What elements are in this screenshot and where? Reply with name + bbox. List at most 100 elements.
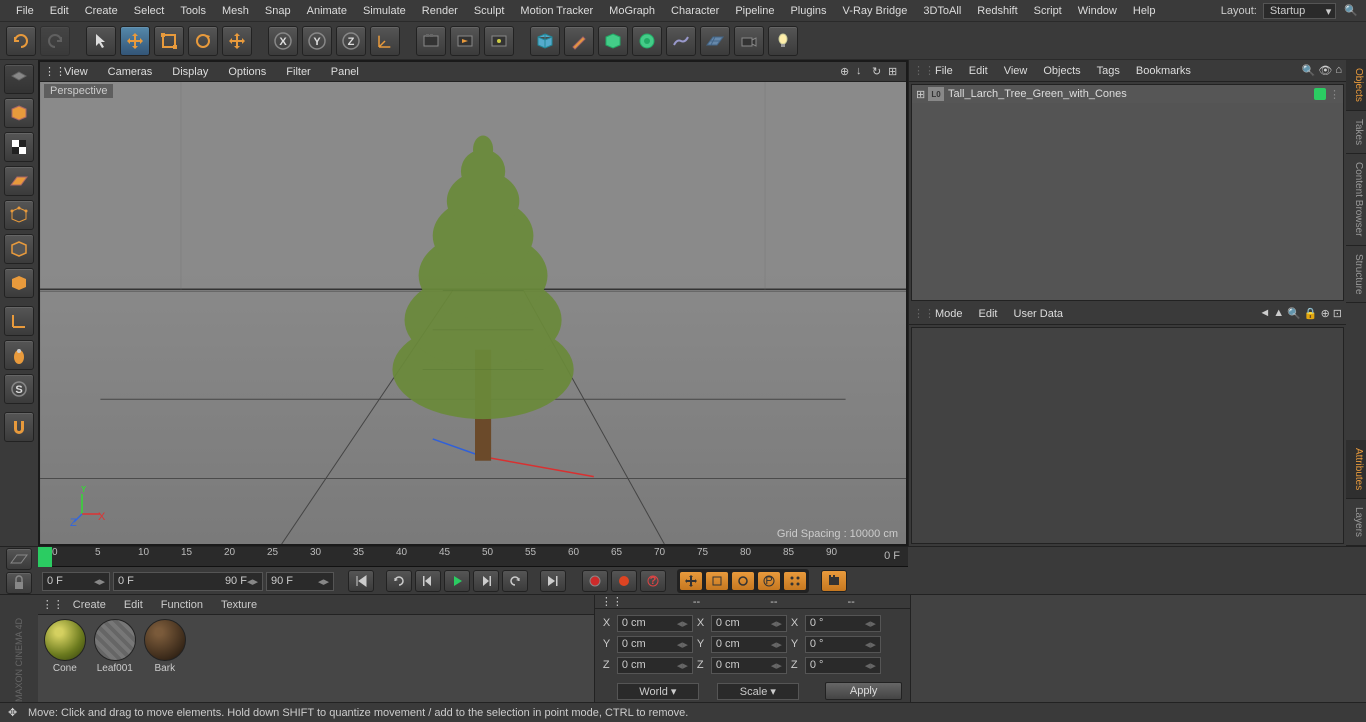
autokey-button[interactable] [611, 570, 637, 592]
size-field[interactable]: 0 cm◂▸ [711, 657, 787, 674]
menu-vraybridge[interactable]: V-Ray Bridge [835, 5, 916, 17]
obj-menu-objects[interactable]: Objects [1035, 65, 1088, 77]
obj-menu-tags[interactable]: Tags [1089, 65, 1128, 77]
play-button[interactable] [444, 570, 470, 592]
nav-up-icon[interactable]: ▲ [1273, 307, 1284, 320]
menu-pipeline[interactable]: Pipeline [727, 5, 782, 17]
menu-3dtoall[interactable]: 3DToAll [915, 5, 969, 17]
y-axis-button[interactable]: Y [302, 26, 332, 56]
keyframe-help-button[interactable]: ? [640, 570, 666, 592]
menu-character[interactable]: Character [663, 5, 727, 17]
attr-menu-edit[interactable]: Edit [971, 308, 1006, 320]
search-icon[interactable]: 🔍 [1302, 64, 1316, 77]
menu-select[interactable]: Select [126, 5, 173, 17]
key-pos-button[interactable] [679, 571, 703, 591]
pos-field[interactable]: 0 cm◂▸ [617, 636, 693, 653]
workplane-button[interactable] [4, 166, 34, 196]
floor-button[interactable] [700, 26, 730, 56]
vp-nav-icon-2[interactable]: ↓ [856, 65, 870, 79]
rotate-tool-button[interactable] [188, 26, 218, 56]
key-pla-button[interactable] [783, 571, 807, 591]
tab-content-browser[interactable]: Content Browser [1346, 154, 1366, 245]
tab-objects[interactable]: Objects [1346, 60, 1366, 111]
obj-menu-bookmarks[interactable]: Bookmarks [1128, 65, 1199, 77]
viewport-canvas[interactable]: YXZ Grid Spacing : 10000 cm [40, 82, 906, 544]
tab-attributes[interactable]: Attributes [1346, 440, 1366, 499]
light-button[interactable] [768, 26, 798, 56]
mat-menu-edit[interactable]: Edit [115, 599, 152, 611]
tab-structure[interactable]: Structure [1346, 246, 1366, 304]
menu-mesh[interactable]: Mesh [214, 5, 257, 17]
obj-menu-file[interactable]: File [927, 65, 961, 77]
attr-menu-userdata[interactable]: User Data [1006, 308, 1072, 320]
goto-end-button[interactable] [540, 570, 566, 592]
attr-menu-mode[interactable]: Mode [927, 308, 971, 320]
menu-animate[interactable]: Animate [299, 5, 355, 17]
timeline-window-button[interactable] [821, 570, 847, 592]
vp-menu-cameras[interactable]: Cameras [98, 66, 163, 78]
size-field[interactable]: 0 cm◂▸ [711, 615, 787, 632]
search-icon[interactable]: 🔍 [1344, 4, 1358, 17]
menu-icon[interactable]: ⊡ [1333, 307, 1342, 320]
menu-edit[interactable]: Edit [42, 5, 77, 17]
obj-menu-view[interactable]: View [996, 65, 1036, 77]
pos-field[interactable]: 0 cm◂▸ [617, 657, 693, 674]
mat-menu-texture[interactable]: Texture [212, 599, 266, 611]
texture-mode-button[interactable] [4, 132, 34, 162]
material-swatch[interactable]: Bark [142, 619, 188, 698]
apply-button[interactable]: Apply [825, 682, 903, 700]
grip-icon[interactable]: ⋮⋮ [913, 64, 927, 77]
scale-tool-button[interactable] [154, 26, 184, 56]
menu-help[interactable]: Help [1125, 5, 1164, 17]
coord-xform-dropdown[interactable]: Scale ▾ [717, 683, 799, 700]
mat-menu-create[interactable]: Create [64, 599, 115, 611]
key-param-button[interactable]: P [757, 571, 781, 591]
eye-icon[interactable]: 👁 [1318, 64, 1332, 77]
grip-icon[interactable]: ⋮⋮ [601, 595, 623, 608]
render-picture-button[interactable] [484, 26, 514, 56]
tl-grid-button[interactable] [6, 548, 32, 570]
camera-button[interactable] [734, 26, 764, 56]
tab-layers[interactable]: Layers [1346, 499, 1366, 546]
axis-button[interactable] [4, 306, 34, 336]
menu-redshift[interactable]: Redshift [969, 5, 1025, 17]
menu-snap[interactable]: Snap [257, 5, 299, 17]
object-tree[interactable]: ⊞ L0 Tall_Larch_Tree_Green_with_Cones ⋮ [911, 84, 1344, 301]
move-tool-button[interactable] [120, 26, 150, 56]
snap-button[interactable]: S [4, 374, 34, 404]
menu-file[interactable]: File [8, 5, 42, 17]
menu-create[interactable]: Create [77, 5, 126, 17]
magnet-button[interactable] [4, 412, 34, 442]
layout-dropdown[interactable]: Startup ▾ [1263, 3, 1336, 19]
menu-render[interactable]: Render [414, 5, 466, 17]
material-swatch[interactable]: Cone [42, 619, 88, 698]
loop-forward-button[interactable] [502, 570, 528, 592]
vp-menu-filter[interactable]: Filter [276, 66, 320, 78]
menu-window[interactable]: Window [1070, 5, 1125, 17]
menu-simulate[interactable]: Simulate [355, 5, 414, 17]
timeline-ruler[interactable]: 0 F 051015202530354045505560657075808590 [38, 547, 908, 567]
primitive-cube-button[interactable] [530, 26, 560, 56]
edges-mode-button[interactable] [4, 234, 34, 264]
object-name[interactable]: Tall_Larch_Tree_Green_with_Cones [948, 88, 1310, 100]
grip-icon[interactable]: ⋮⋮ [913, 307, 927, 320]
rot-field[interactable]: 0 °◂▸ [805, 657, 881, 674]
model-mode-button[interactable] [4, 98, 34, 128]
next-frame-button[interactable] [473, 570, 499, 592]
menu-mograph[interactable]: MoGraph [601, 5, 663, 17]
key-rot-button[interactable] [731, 571, 755, 591]
spline-pen-button[interactable] [564, 26, 594, 56]
redo-button[interactable] [40, 26, 70, 56]
polygons-mode-button[interactable] [4, 268, 34, 298]
rot-field[interactable]: 0 °◂▸ [805, 615, 881, 632]
vp-nav-icon-3[interactable]: ↻ [872, 65, 886, 79]
z-axis-button[interactable]: Z [336, 26, 366, 56]
grip-icon[interactable]: ⋮⋮ [42, 598, 64, 611]
loop-button[interactable] [386, 570, 412, 592]
goto-start-button[interactable] [348, 570, 374, 592]
coord-system-button[interactable] [370, 26, 400, 56]
viewport-solo-button[interactable] [4, 340, 34, 370]
rot-field[interactable]: 0 °◂▸ [805, 636, 881, 653]
vp-menu-options[interactable]: Options [218, 66, 276, 78]
search-icon[interactable]: 🔍 [1287, 307, 1301, 320]
